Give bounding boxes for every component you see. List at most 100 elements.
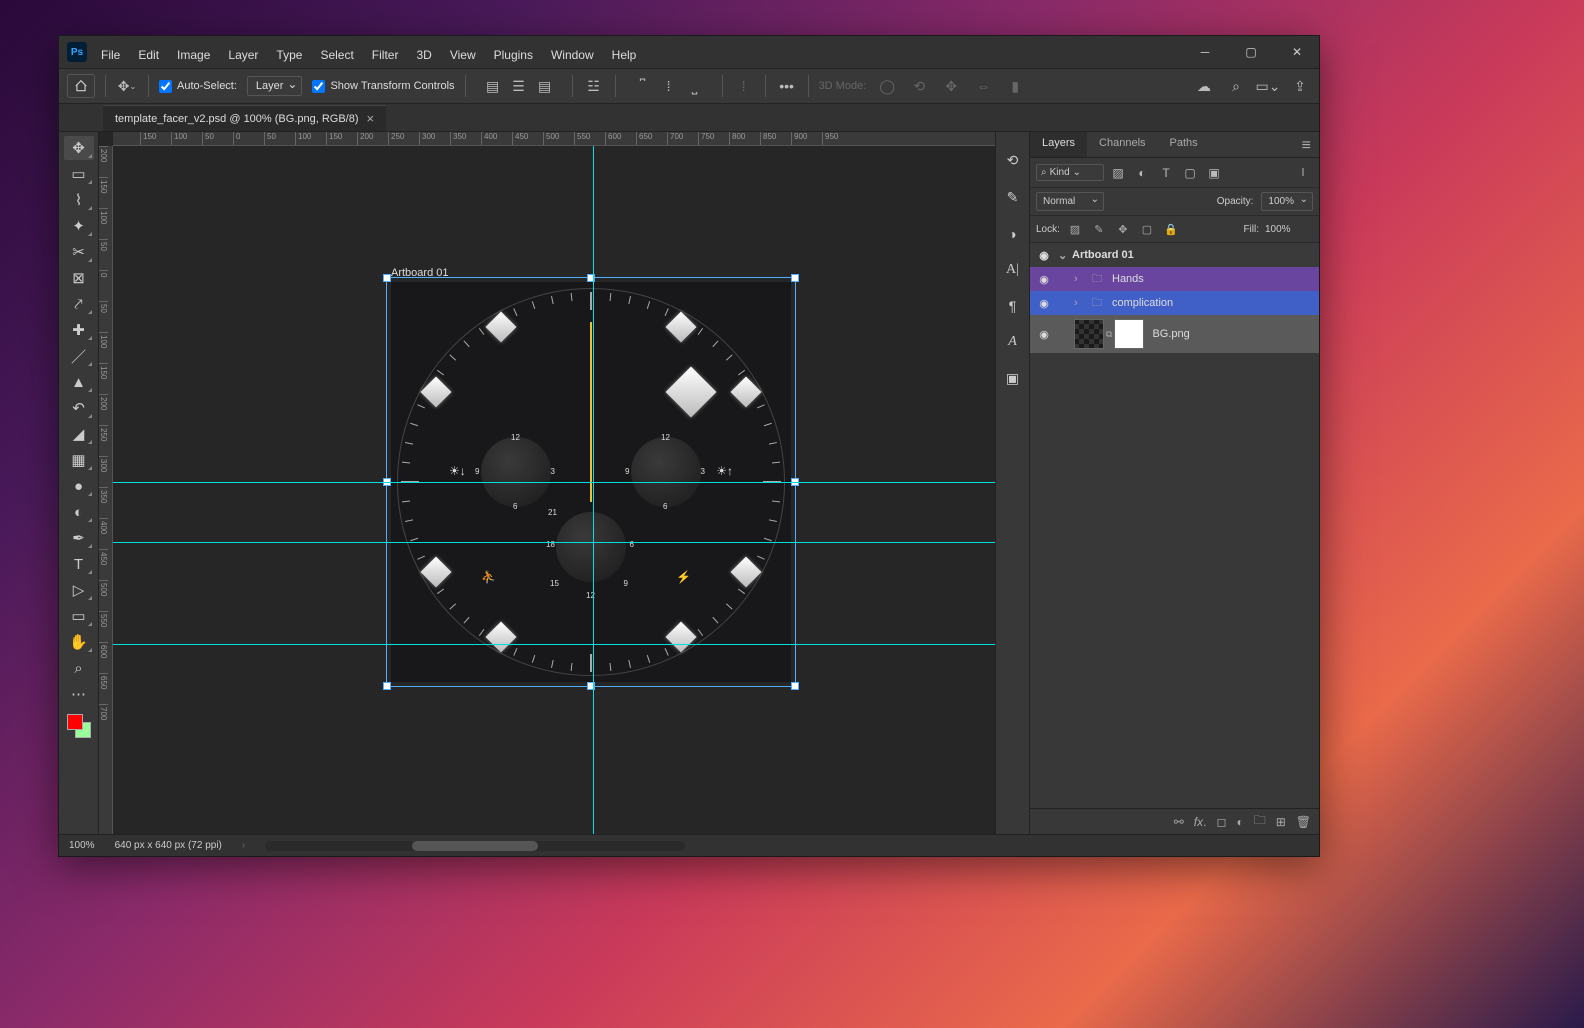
clone-stamp-tool[interactable]: ▲ xyxy=(64,370,94,394)
lasso-tool[interactable]: ⌇ xyxy=(64,188,94,212)
type-tool[interactable]: T xyxy=(64,552,94,576)
vertical-guide[interactable] xyxy=(593,146,594,834)
document-dimensions[interactable]: 640 px x 640 px (72 ppi) xyxy=(115,840,222,851)
libraries-panel-icon[interactable]: ▣ xyxy=(1006,370,1019,387)
show-transform-checkbox[interactable]: Show Transform Controls xyxy=(312,80,454,93)
delete-layer-icon[interactable]: 🗑 xyxy=(1296,815,1311,829)
color-swatches[interactable] xyxy=(67,714,91,738)
auto-select-target-dropdown[interactable]: Layer xyxy=(247,76,303,96)
crop-tool[interactable]: ✂ xyxy=(64,240,94,264)
history-brush-tool[interactable]: ↶ xyxy=(64,396,94,420)
close-button[interactable]: ✕ xyxy=(1283,42,1311,62)
search-icon[interactable]: ⌕ xyxy=(1225,75,1247,97)
close-tab-icon[interactable]: × xyxy=(367,111,375,126)
panel-menu-icon[interactable]: ≡ xyxy=(1294,132,1319,157)
marquee-tool[interactable]: ▭ xyxy=(64,162,94,186)
tab-paths[interactable]: Paths xyxy=(1158,132,1210,157)
brush-tool[interactable]: ／ xyxy=(64,344,94,368)
menu-filter[interactable]: Filter xyxy=(370,44,401,66)
layer-mask-icon[interactable]: ◻ xyxy=(1216,815,1226,829)
menu-plugins[interactable]: Plugins xyxy=(492,44,535,66)
minimize-button[interactable]: ─ xyxy=(1191,42,1219,62)
align-middle-icon[interactable]: ⁞ xyxy=(658,75,680,97)
menu-view[interactable]: View xyxy=(448,44,478,66)
tab-channels[interactable]: Channels xyxy=(1087,132,1157,157)
document-tab[interactable]: template_facer_v2.psd @ 100% (BG.png, RG… xyxy=(103,105,386,131)
horizontal-scrollbar[interactable] xyxy=(265,841,685,851)
layer-style-icon[interactable]: fx. xyxy=(1194,815,1207,829)
horizontal-guide-3[interactable] xyxy=(113,644,995,645)
horizontal-guide-2[interactable] xyxy=(113,542,995,543)
lock-position-icon[interactable]: ✥ xyxy=(1114,220,1132,238)
lock-all-icon[interactable]: 🔒 xyxy=(1162,220,1180,238)
path-select-tool[interactable]: ▷ xyxy=(64,578,94,602)
move-tool-preset-icon[interactable]: ✥⌄ xyxy=(116,75,138,97)
auto-select-checkbox[interactable]: Auto-Select: xyxy=(159,80,237,93)
canvas-area[interactable]: 1501005005010015020025030035040045050055… xyxy=(99,132,995,834)
new-group-icon[interactable]: 🗀 xyxy=(1254,811,1266,832)
menu-select[interactable]: Select xyxy=(318,44,355,66)
menu-file[interactable]: File xyxy=(99,44,122,66)
character-panel-icon[interactable]: A| xyxy=(1006,262,1019,278)
align-center-icon[interactable]: ☰ xyxy=(508,75,530,97)
eraser-tool[interactable]: ◢ xyxy=(64,422,94,446)
vertical-ruler[interactable]: 2001501005005010015020025030035040045050… xyxy=(99,146,113,834)
layer-mask-thumbnail[interactable] xyxy=(1114,319,1144,349)
filter-type-icon[interactable]: T xyxy=(1156,163,1176,183)
more-options-icon[interactable]: ••• xyxy=(776,75,798,97)
align-bottom-icon[interactable]: ⎵ xyxy=(684,75,706,97)
align-distribute-icon[interactable]: ☳ xyxy=(583,75,605,97)
filter-shape-icon[interactable]: ▢ xyxy=(1180,163,1200,183)
horizontal-guide-1[interactable] xyxy=(113,482,995,483)
layer-artboard[interactable]: ◉ ⌄ Artboard 01 xyxy=(1030,243,1319,267)
align-top-icon[interactable]: ⎴ xyxy=(632,75,654,97)
home-button[interactable] xyxy=(67,74,95,98)
filter-toggle-icon[interactable]: ⏽ xyxy=(1293,163,1313,183)
foreground-color[interactable] xyxy=(67,714,83,730)
blur-tool[interactable]: ● xyxy=(64,474,94,498)
visibility-toggle[interactable]: ◉ xyxy=(1030,273,1058,286)
eyedropper-tool[interactable]: ⤤ xyxy=(64,292,94,316)
adjustments-panel-icon[interactable]: ◑ xyxy=(1008,226,1016,242)
layer-filter-dropdown[interactable]: ⌕ Kind ⌄ xyxy=(1036,164,1104,181)
menu-window[interactable]: Window xyxy=(549,44,596,66)
menu-image[interactable]: Image xyxy=(175,44,212,66)
filter-adjust-icon[interactable]: ◐ xyxy=(1132,163,1152,183)
layer-group-complication[interactable]: ◉ › 🗀 complication xyxy=(1030,291,1319,315)
menu-help[interactable]: Help xyxy=(610,44,639,66)
frame-tool[interactable]: ⊠ xyxy=(64,266,94,290)
blend-mode-dropdown[interactable]: Normal xyxy=(1036,192,1104,211)
artboard-label[interactable]: Artboard 01 xyxy=(391,267,791,279)
maximize-button[interactable]: ▢ xyxy=(1237,42,1265,62)
share-icon[interactable]: ⇪ xyxy=(1289,75,1311,97)
hand-tool[interactable]: ✋ xyxy=(64,630,94,654)
visibility-toggle[interactable]: ◉ xyxy=(1030,328,1058,341)
menu-edit[interactable]: Edit xyxy=(136,44,161,66)
horizontal-ruler[interactable]: 1501005005010015020025030035040045050055… xyxy=(113,132,995,146)
adjustment-layer-icon[interactable]: ◐ xyxy=(1236,815,1243,829)
visibility-toggle[interactable]: ◉ xyxy=(1030,297,1058,310)
edit-toolbar[interactable]: ⋯ xyxy=(64,682,94,706)
lock-image-icon[interactable]: ✎ xyxy=(1090,220,1108,238)
fill-input[interactable]: 100% xyxy=(1265,224,1313,235)
layer-thumbnail[interactable] xyxy=(1074,319,1104,349)
menu-layer[interactable]: Layer xyxy=(226,44,260,66)
new-layer-icon[interactable]: ⊞ xyxy=(1276,815,1286,829)
filter-smart-icon[interactable]: ▣ xyxy=(1204,163,1224,183)
opacity-input[interactable]: 100% xyxy=(1261,192,1313,211)
menu-type[interactable]: Type xyxy=(274,44,304,66)
cloud-docs-icon[interactable]: ☁ xyxy=(1193,75,1215,97)
zoom-tool[interactable]: ⌕ xyxy=(64,656,94,680)
tab-layers[interactable]: Layers xyxy=(1030,132,1087,157)
lock-artboard-icon[interactable]: ▢ xyxy=(1138,220,1156,238)
visibility-toggle[interactable]: ◉ xyxy=(1030,249,1058,262)
menu-3d[interactable]: 3D xyxy=(414,44,433,66)
workspace-icon[interactable]: ▭⌄ xyxy=(1257,75,1279,97)
pen-tool[interactable]: ✒ xyxy=(64,526,94,550)
filter-pixel-icon[interactable]: ▨ xyxy=(1108,163,1128,183)
layer-bg[interactable]: ◉ ⧉ BG.png xyxy=(1030,315,1319,353)
move-tool[interactable]: ✥ xyxy=(64,136,94,160)
brushes-panel-icon[interactable]: ✎ xyxy=(1007,189,1019,206)
gradient-tool[interactable]: ▦ xyxy=(64,448,94,472)
healing-brush-tool[interactable]: ✚ xyxy=(64,318,94,342)
